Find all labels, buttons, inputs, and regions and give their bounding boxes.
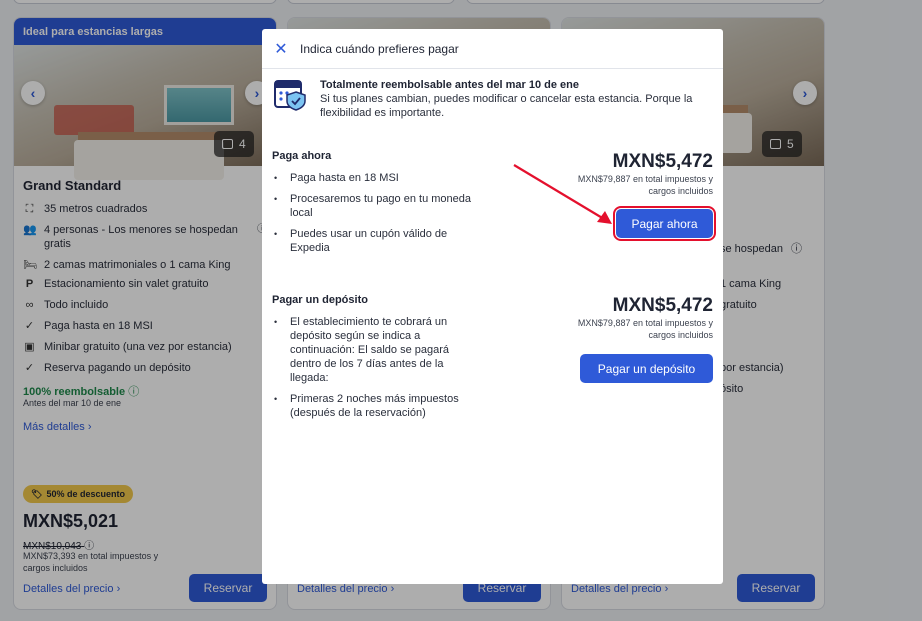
annotation-arrow [513, 164, 612, 224]
